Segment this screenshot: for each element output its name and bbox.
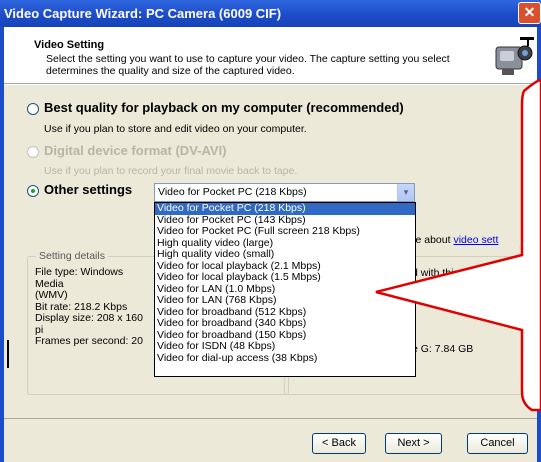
window-title: Video Capture Wizard: PC Camera (6009 CI… — [4, 6, 282, 21]
radio-digital-device — [27, 146, 39, 158]
option-digital-device-desc: Use if you plan to record your final mov… — [44, 165, 298, 177]
dropdown-option[interactable]: Video for Pocket PC (218 Kbps) — [155, 203, 415, 215]
setting-details-title: Setting details — [36, 250, 108, 262]
option-other-settings-label[interactable]: Other settings — [44, 182, 132, 197]
dropdown-option[interactable]: Video for Pocket PC (143 Kbps) — [155, 215, 415, 227]
dropdown-option[interactable]: Video for LAN (1.0 Mbps) — [155, 284, 415, 296]
dropdown-option[interactable]: Video for broadband (512 Kbps) — [155, 307, 415, 319]
cancel-button[interactable]: Cancel — [467, 433, 528, 454]
detail-line: Display size: 208 x 160 pi — [35, 312, 143, 336]
more-about-text: re about video sett — [412, 234, 498, 246]
dropdown-option[interactable]: Video for ISDN (48 Kbps) — [155, 341, 415, 353]
button-separator — [4, 418, 537, 419]
dropdown-option[interactable]: Video for local playback (1.5 Mbps) — [155, 272, 415, 284]
next-button[interactable]: Next > — [385, 433, 442, 454]
window-frame-right — [537, 27, 541, 462]
radio-other-settings[interactable] — [27, 185, 39, 197]
close-button[interactable]: ✕ — [518, 2, 541, 24]
settings-select[interactable]: Video for Pocket PC (218 Kbps) ▾ — [154, 183, 415, 202]
dropdown-option[interactable]: High quality video (small) — [155, 249, 415, 261]
dropdown-option[interactable]: Video for dial-up access (38 Kbps) — [155, 353, 415, 365]
dropdown-option[interactable]: High quality video (large) — [155, 238, 415, 250]
side-marker — [7, 340, 9, 368]
dropdown-option[interactable]: Video for Pocket PC (Full screen 218 Kbp… — [155, 226, 415, 238]
radio-best-quality[interactable] — [27, 103, 39, 115]
dropdown-option[interactable]: Video for LAN (768 Kbps) — [155, 295, 415, 307]
dropdown-option[interactable]: Video for broadband (150 Kbps) — [155, 330, 415, 342]
detail-line: File type: Windows Media — [35, 266, 124, 290]
option-best-quality-desc: Use if you plan to store and edit video … — [44, 123, 307, 135]
detail-line: Frames per second: 20 — [35, 335, 143, 347]
dropdown-option[interactable]: Video for broadband (340 Kbps) — [155, 318, 415, 330]
chevron-down-icon[interactable]: ▾ — [397, 184, 414, 201]
detail-line: (WMV) — [35, 289, 68, 301]
option-best-quality-label[interactable]: Best quality for playback on my computer… — [44, 100, 404, 115]
settings-select-value: Video for Pocket PC (218 Kbps) — [158, 186, 307, 198]
wizard-header: Video Setting Select the setting you wan… — [4, 27, 537, 84]
back-button[interactable]: < Back — [312, 433, 366, 454]
estimated-text: d with this setti — [412, 267, 481, 279]
header-title: Video Setting — [34, 39, 105, 51]
settings-dropdown-list[interactable]: Video for Pocket PC (218 Kbps) Video for… — [154, 202, 416, 377]
video-settings-link[interactable]: video sett — [453, 234, 498, 246]
dropdown-option[interactable]: Video for local playback (2.1 Mbps) — [155, 261, 415, 273]
disk-space-text: e G: 7.84 GB — [412, 343, 474, 355]
setting-details-text: File type: Windows Media (WMV) Bit rate:… — [35, 266, 153, 348]
header-description: Select the setting you want to use to ca… — [46, 53, 450, 77]
option-digital-device-label: Digital device format (DV-AVI) — [44, 143, 227, 158]
camera-icon — [495, 37, 534, 75]
title-bar: Video Capture Wizard: PC Camera (6009 CI… — [0, 0, 541, 27]
more-about-prefix: re about — [412, 234, 454, 246]
